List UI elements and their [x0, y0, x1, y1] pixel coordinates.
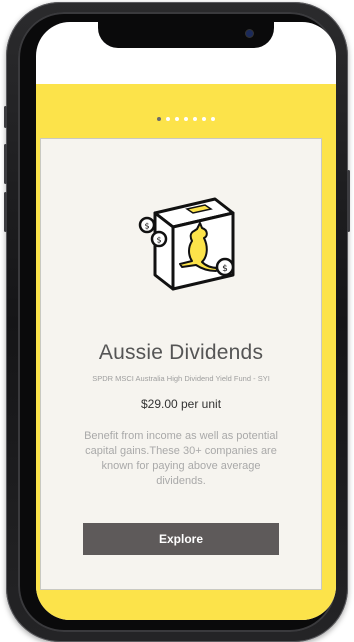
carousel-dot[interactable] — [184, 117, 188, 121]
power-button — [347, 170, 350, 232]
svg-text:$: $ — [156, 236, 161, 245]
notch — [98, 22, 274, 48]
carousel-dot[interactable] — [175, 117, 179, 121]
explore-button[interactable]: Explore — [83, 523, 279, 555]
kangaroo-box-icon: $ $ $ — [138, 197, 235, 291]
carousel-dot[interactable] — [193, 117, 197, 121]
carousel-dot[interactable] — [157, 117, 161, 121]
fund-name: SPDR MSCI Australia High Dividend Yield … — [92, 374, 270, 383]
card-description: Benefit from income as well as potential… — [84, 430, 278, 487]
carousel-dot[interactable] — [202, 117, 206, 121]
volume-up-button — [4, 144, 7, 184]
svg-text:$: $ — [144, 222, 149, 231]
svg-text:$: $ — [222, 264, 228, 274]
carousel-dots — [36, 117, 336, 121]
unit-price: $29.00 per unit — [140, 397, 222, 411]
carousel-dot[interactable] — [211, 117, 215, 121]
product-card: $ $ $ Aussie Dividends SPDR MSCI Austral… — [40, 138, 322, 590]
carousel-dot[interactable] — [166, 117, 170, 121]
phone-screen: $ $ $ Aussie Dividends SPDR MSCI Austral… — [36, 22, 336, 620]
volume-down-button — [4, 192, 7, 232]
card-title: Aussie Dividends — [98, 341, 264, 364]
mute-switch — [4, 106, 7, 128]
camera-icon — [246, 30, 253, 37]
